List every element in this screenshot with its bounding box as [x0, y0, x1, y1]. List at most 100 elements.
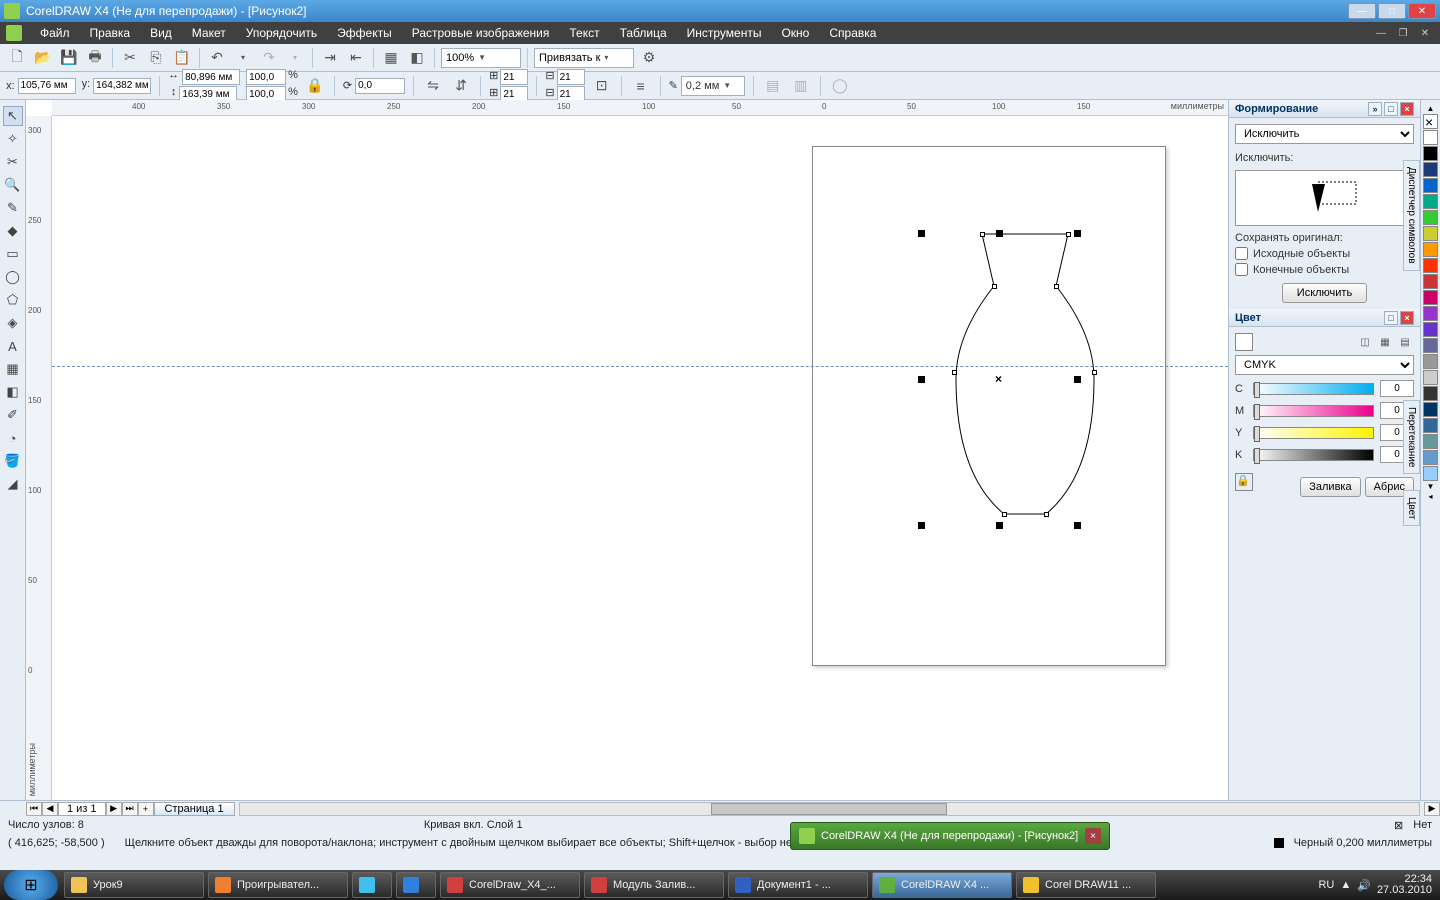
minimize-button[interactable]: —	[1348, 3, 1376, 19]
color-model-select[interactable]: CMYK	[1235, 355, 1414, 375]
to-front-button[interactable]: ▤	[762, 75, 784, 97]
color-swatch[interactable]	[1423, 354, 1438, 369]
next-page-button[interactable]: ▶	[106, 802, 122, 816]
menu-help[interactable]: Справка	[819, 23, 886, 43]
menu-edit[interactable]: Правка	[80, 23, 141, 43]
toast-close-button[interactable]: ×	[1085, 828, 1101, 844]
color-docker-title[interactable]: Цвет □ ×	[1229, 309, 1420, 327]
color-swatch[interactable]	[1423, 450, 1438, 465]
selection-handle-w[interactable]	[918, 376, 925, 383]
color-mixer-button[interactable]: ▦	[1376, 333, 1394, 351]
slider-thumb[interactable]	[1254, 404, 1260, 420]
shape-tool[interactable]: ✧	[3, 129, 23, 149]
mdi-minimize-button[interactable]: —	[1372, 26, 1390, 40]
smart-fill-tool[interactable]: ◆	[3, 221, 23, 241]
fill-tool[interactable]: 🪣	[3, 451, 23, 471]
mirror-h-button[interactable]: ⇋	[422, 75, 444, 97]
color-swatch[interactable]	[1423, 370, 1438, 385]
color-blend-button[interactable]: ◫	[1356, 333, 1374, 351]
system-tray[interactable]: RU ▲ 🔊 22:34 27.03.2010	[1310, 874, 1440, 896]
selection-handle-e[interactable]	[1074, 376, 1081, 383]
taskbar-button[interactable]: Проигрывател...	[208, 872, 348, 898]
color-swatch[interactable]	[1423, 178, 1438, 193]
color-swatch[interactable]	[1423, 306, 1438, 321]
menu-arrange[interactable]: Упорядочить	[236, 23, 327, 43]
color-swatch[interactable]	[1423, 130, 1438, 145]
selection-handle-se[interactable]	[1074, 522, 1081, 529]
selection-handle-ne[interactable]	[1074, 230, 1081, 237]
center-marker[interactable]: ×	[995, 372, 1002, 386]
color-swatch[interactable]	[1423, 434, 1438, 449]
welcome-button[interactable]: ◧	[406, 47, 428, 69]
slider-thumb[interactable]	[1254, 426, 1260, 442]
color-swatch[interactable]	[1423, 162, 1438, 177]
slider-thumb[interactable]	[1254, 448, 1260, 464]
print-button[interactable]: 🖶	[84, 47, 106, 69]
paste-button[interactable]: 📋	[171, 47, 193, 69]
node-handle[interactable]	[1054, 284, 1059, 289]
color-swatch[interactable]	[1423, 386, 1438, 401]
rectangle-tool[interactable]: ▭	[3, 244, 23, 264]
shaping-apply-button[interactable]: Исключить	[1282, 283, 1367, 303]
node-handle[interactable]	[952, 370, 957, 375]
rotation-input[interactable]	[355, 78, 405, 94]
color-swatch[interactable]	[1423, 194, 1438, 209]
color-swatch[interactable]	[1423, 210, 1438, 225]
page-tab[interactable]: Страница 1	[154, 802, 235, 816]
mdi-close-button[interactable]: ✕	[1416, 26, 1434, 40]
convert-button[interactable]: ◯	[829, 75, 851, 97]
palette-scroll-down[interactable]: ▼	[1427, 482, 1435, 491]
menu-window[interactable]: Окно	[771, 23, 819, 43]
pick-tool[interactable]: ↖	[3, 106, 23, 126]
first-page-button[interactable]: ⏮	[26, 802, 42, 816]
snap-combo[interactable]: Привязать к ▾	[534, 48, 634, 68]
redo-arrow-icon[interactable]: ▾	[284, 47, 306, 69]
no-fill-swatch[interactable]: ×	[1423, 114, 1438, 129]
shaping-docker-title[interactable]: Формирование » □ ×	[1229, 100, 1420, 118]
wrap-text-button[interactable]: ≡	[630, 75, 652, 97]
eyedropper-tool[interactable]: ✐	[3, 405, 23, 425]
import-button[interactable]: ⇥	[319, 47, 341, 69]
new-button[interactable]: 🗋	[6, 47, 28, 69]
selection-handle-s[interactable]	[996, 522, 1003, 529]
menu-view[interactable]: Вид	[140, 23, 182, 43]
keep-target-checkbox[interactable]: Конечные объекты	[1235, 263, 1414, 276]
fill-button[interactable]: Заливка	[1300, 477, 1360, 497]
taskbar-button[interactable]: CorelDRAW X4 ...	[872, 872, 1012, 898]
palette-flyout[interactable]: ◂	[1428, 492, 1432, 501]
color-swatch[interactable]	[1423, 226, 1438, 241]
node-handle[interactable]	[1066, 232, 1071, 237]
zoom-combo[interactable]: 100% ▼	[441, 48, 521, 68]
selection-handle-sw[interactable]	[918, 522, 925, 529]
table-tool[interactable]: ▦	[3, 359, 23, 379]
outline-width-combo[interactable]: 0,2 мм▼	[681, 76, 745, 96]
ruler-horizontal[interactable]: 400 350 300 250 200 150 100 50 0 50 100 …	[52, 100, 1228, 116]
app-menu-icon[interactable]	[6, 25, 22, 41]
node-handle[interactable]	[1002, 512, 1007, 517]
channel-value[interactable]	[1380, 380, 1414, 397]
side-tab-color[interactable]: Цвет	[1403, 490, 1420, 526]
selection-handle-nw[interactable]	[918, 230, 925, 237]
options-button[interactable]: ⚙	[638, 47, 660, 69]
close-button[interactable]: ✕	[1408, 3, 1436, 19]
polygon-tool[interactable]: ⬠	[3, 290, 23, 310]
taskbar-button[interactable]	[352, 872, 392, 898]
interactive-fill-tool[interactable]: ◢	[3, 474, 23, 494]
app-launcher-button[interactable]: ▦	[380, 47, 402, 69]
menu-file[interactable]: Файл	[30, 23, 80, 43]
color-slider[interactable]	[1253, 383, 1374, 395]
outline-tool[interactable]: ◔	[3, 428, 23, 448]
menu-effects[interactable]: Эффекты	[327, 23, 402, 43]
docker-close-button[interactable]: ×	[1400, 311, 1414, 325]
node-handle[interactable]	[1044, 512, 1049, 517]
ellipse-tool[interactable]: ◯	[3, 267, 23, 287]
to-back-button[interactable]: ▥	[790, 75, 812, 97]
undo-button[interactable]: ↶	[206, 47, 228, 69]
ungroup-button[interactable]: ⊡	[591, 75, 613, 97]
color-slider[interactable]	[1253, 405, 1374, 417]
add-page-button[interactable]: +	[138, 802, 154, 816]
undo-arrow-icon[interactable]: ▾	[232, 47, 254, 69]
mirror-v-button[interactable]: ⇵	[450, 75, 472, 97]
basic-shapes-tool[interactable]: ◈	[3, 313, 23, 333]
scrollbar-thumb[interactable]	[711, 803, 947, 815]
